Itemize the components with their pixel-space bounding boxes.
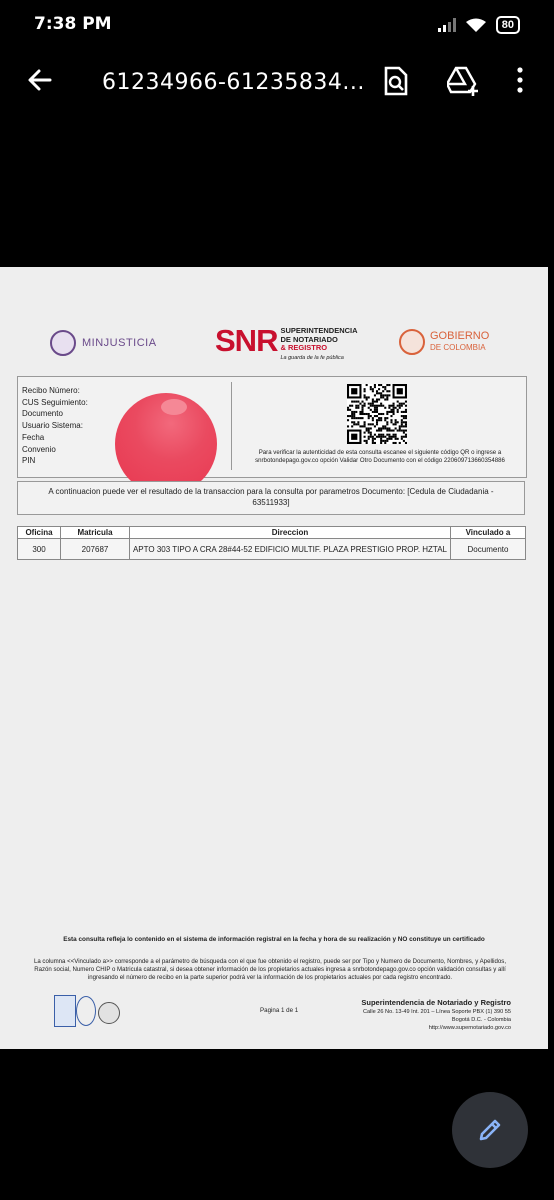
qr-code xyxy=(347,384,407,444)
query-description: A continuacion puede ver el resultado de… xyxy=(17,481,525,515)
receipt-labels: Recibo Número: CUS Seguimiento: Document… xyxy=(22,386,88,466)
col-matricula: Matricula xyxy=(60,526,130,539)
verify-text: Para verificar la autenticidad de esta c… xyxy=(255,449,505,464)
status-bar: 7:38 PM 80 xyxy=(0,0,554,52)
header-logos: MINJUSTICIA SNR SUPERINTENDENCIA DE NOTA… xyxy=(0,325,548,365)
gobierno-seal-icon xyxy=(399,329,425,355)
disclaimer: Esta consulta refleja lo contenido en el… xyxy=(63,936,485,943)
signal-icon xyxy=(437,18,456,32)
colombia-seal-icon xyxy=(50,330,76,356)
col-oficina: Oficina xyxy=(17,526,61,539)
redaction-blob xyxy=(115,393,217,495)
wifi-icon xyxy=(465,18,486,32)
results-table: Oficina Matricula Direccion Vinculado a … xyxy=(17,526,526,560)
receipt-info-box: Recibo Número: CUS Seguimiento: Document… xyxy=(17,376,527,478)
document-title: 61234966-61235834... xyxy=(102,70,365,95)
battery-indicator: 80 xyxy=(495,16,520,34)
minjusticia-logo: MINJUSTICIA xyxy=(50,330,157,356)
table-row: 300 207687 APTO 303 TIPO A CRA 28#44-52 … xyxy=(17,538,526,560)
edit-fab-button[interactable] xyxy=(452,1092,528,1168)
page-number: Pagina 1 de 1 xyxy=(260,1007,299,1014)
search-document-icon[interactable] xyxy=(383,66,409,101)
icontec-cert-icon xyxy=(54,995,76,1027)
app-bar: 61234966-61235834... xyxy=(0,52,554,114)
more-vert-icon[interactable] xyxy=(516,66,524,99)
status-time: 7:38 PM xyxy=(34,14,112,34)
org-contact: Superintendencia de Notariado y Registro… xyxy=(361,998,511,1031)
table-header-row: Oficina Matricula Direccion Vinculado a xyxy=(17,526,526,539)
divider xyxy=(231,382,232,470)
status-icons: 80 xyxy=(437,16,520,34)
footer-note: La columna <<Vinculado a>> corresponde a… xyxy=(33,958,507,981)
col-vinculado: Vinculado a xyxy=(450,526,526,539)
gobierno-logo: GOBIERNO DE COLOMBIA xyxy=(399,329,489,355)
institution-seal-icon xyxy=(98,1002,120,1024)
drive-add-icon[interactable] xyxy=(445,66,479,101)
back-arrow-icon[interactable] xyxy=(26,66,54,99)
iqnet-cert-icon xyxy=(76,996,96,1026)
col-direccion: Direccion xyxy=(129,526,451,539)
snr-logo: SNR SUPERINTENDENCIA DE NOTARIADO & REGI… xyxy=(215,323,358,361)
pdf-page[interactable]: MINJUSTICIA SNR SUPERINTENDENCIA DE NOTA… xyxy=(0,267,548,1049)
edit-pencil-icon xyxy=(479,1119,501,1141)
